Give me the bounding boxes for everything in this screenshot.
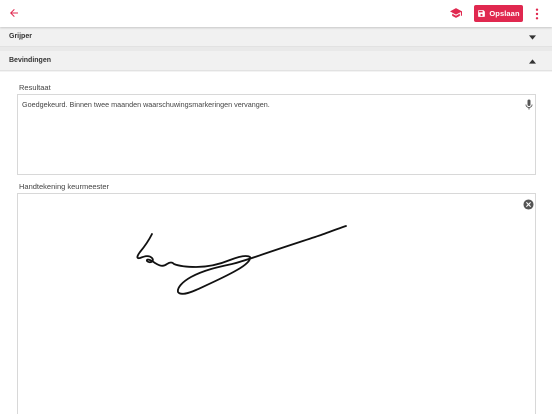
signature-pad[interactable]	[17, 193, 536, 414]
chevron-up-icon	[529, 58, 536, 64]
close-circle-icon	[523, 199, 534, 210]
floppy-disk-icon	[478, 10, 486, 17]
section-title-bevindingen: Bevindingen	[9, 57, 52, 64]
resultaat-label: Resultaat	[19, 83, 51, 92]
chevron-down-icon	[529, 34, 536, 40]
resultaat-textarea[interactable]: Goedgekeurd. Binnen twee maanden waarsch…	[17, 94, 536, 175]
resultaat-value: Goedgekeurd. Binnen twee maanden waarsch…	[22, 100, 270, 109]
signature-stroke	[136, 225, 347, 295]
top-toolbar: Opslaan	[0, 0, 552, 27]
training-button[interactable]	[448, 6, 464, 20]
handtekening-label: Handtekening keurmeester	[19, 182, 110, 191]
save-button-label: Opslaan	[489, 9, 520, 18]
app-window: Opslaan Grijper Bevindingen Resultaat Go…	[0, 0, 552, 414]
section-header-grijper[interactable]: Grijper	[0, 27, 552, 47]
dictate-button[interactable]	[524, 98, 533, 110]
arrow-left-icon	[10, 9, 18, 17]
graduation-cap-icon	[450, 8, 462, 18]
overflow-menu-button[interactable]	[532, 6, 542, 21]
section-title-grijper: Grijper	[9, 33, 32, 40]
save-button[interactable]: Opslaan	[474, 5, 523, 22]
clear-signature-button[interactable]	[523, 199, 534, 210]
more-vertical-icon	[535, 8, 539, 19]
microphone-icon	[525, 99, 532, 109]
section-header-bevindingen[interactable]: Bevindingen	[0, 51, 552, 71]
back-button[interactable]	[6, 5, 22, 21]
bevindingen-content: Resultaat Goedgekeurd. Binnen twee maand…	[0, 72, 552, 414]
